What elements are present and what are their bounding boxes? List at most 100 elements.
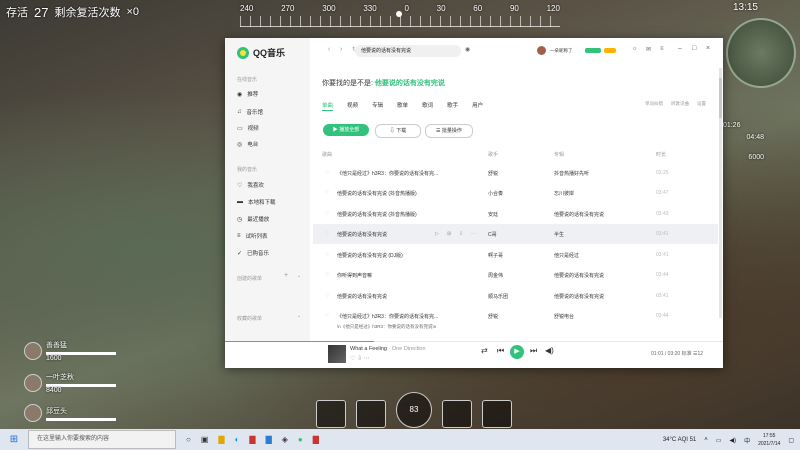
row-more-icon[interactable]: ⋯ [471,231,476,237]
heart-icon[interactable]: ♡ [325,231,329,237]
heart-icon[interactable]: ♡ [325,211,329,217]
song-title[interactable]: 他要说的话有没有完说 (抖音热播版) [337,211,417,218]
next-icon[interactable]: ⏭ [530,346,537,356]
link-correction[interactable]: 单词纠错 [645,101,663,107]
tab-songs[interactable]: 单曲 [322,101,334,111]
heart-icon[interactable]: ♡ [325,170,329,176]
song-title[interactable]: 他要说的话有没有完说 [337,231,387,238]
album-cover[interactable] [328,345,346,363]
column-title[interactable]: 歌曲 [322,151,332,158]
like-icon[interactable]: ♡ [350,356,355,362]
now-playing-artist[interactable]: One Direction [392,346,426,352]
quality-label[interactable]: 标准 [682,351,692,357]
link-identify[interactable]: 听歌识曲 [671,101,689,107]
taskbar-search[interactable]: 在这里输入你要搜索的内容 [28,430,176,449]
table-row[interactable]: ♡ 《他只是经过》h3R3：你要说的话有没有完... 舒锐 舒锐电台 03:44 [322,306,714,326]
menu-icon[interactable]: ≡ [660,46,664,52]
add-playlist-icon[interactable]: + [284,272,288,279]
sidebar-item-recent[interactable]: ◷ 最近播放 [237,215,269,224]
heart-icon[interactable]: ♡ [325,190,329,196]
scrollbar-thumb[interactable] [719,78,722,118]
voice-search-icon[interactable]: ◉ [465,46,470,53]
sidebar-item-liked[interactable]: ♡ 我喜欢 [237,181,264,190]
chevron-down-icon[interactable]: ⌄ [297,313,301,319]
song-title[interactable]: 《他只是经过》h3R3：你要说的话有没有完... [337,170,438,177]
song-album[interactable]: 他要说的话有没有完说 [554,272,604,279]
play-all-button[interactable]: ▶ 播放全部 [323,124,369,136]
file-explorer-icon[interactable]: ▇ [218,435,224,444]
link-settings[interactable]: 设置 [697,101,706,107]
qq-music-taskbar-icon[interactable]: ● [298,435,303,444]
game-icon[interactable]: ◈ [282,435,288,444]
table-row[interactable]: ♡ 他要说的话有没有完说 (DJ版) 啊子哥 他只是经过 03:41 [322,245,714,265]
playlist-count[interactable]: 12 [697,351,703,357]
cortana-icon[interactable]: ○ [186,435,191,444]
song-album[interactable]: 舒锐电台 [554,313,574,320]
download-icon[interactable]: ⇩ [357,356,362,362]
loop-icon[interactable]: ⇄ [481,346,488,355]
sidebar-item-purchased[interactable]: ✓ 已购音乐 [237,249,269,258]
song-title[interactable]: 他要说的话有没有完说 (抖音热播版) [337,190,417,197]
tab-artists[interactable]: 歌手 [447,101,458,111]
song-artist[interactable]: C哥 [488,231,497,238]
sidebar-item-local[interactable]: ▬ 本地和下载 [237,198,276,206]
network-icon[interactable]: ▭ [716,437,722,444]
row-add-icon[interactable]: ⊞ [447,231,451,237]
now-playing-title[interactable]: What a Feeling [350,346,387,352]
sidebar-item-music-hall[interactable]: ♫ 音乐馆 [237,108,263,116]
tray-chevron-icon[interactable]: ˄ [704,437,708,443]
windows-start-icon[interactable]: ⊞ [0,434,28,445]
song-album[interactable]: 他要说的话有没有完说 [554,293,604,300]
sidebar-item-radio[interactable]: ◎ 电台 [237,140,258,149]
item-slot[interactable] [442,400,472,428]
table-row[interactable]: ♡ 他要说的话有没有完说 (抖音热播版) 安廷 他要说的话有没有完说 03:43 [322,204,714,224]
heart-icon[interactable]: ♡ [325,252,329,258]
sidebar-item-video[interactable]: ▭ 视频 [237,124,259,133]
row-play-icon[interactable]: ▷ [435,231,439,237]
song-artist[interactable]: 舒锐 [488,313,498,320]
column-duration[interactable]: 时长 [656,151,666,158]
heart-icon[interactable]: ♡ [325,313,329,319]
song-title[interactable]: 《他只是经过》h3R3：你要说的话有没有完... [337,313,438,320]
vip-badge[interactable] [585,48,601,53]
song-artist[interactable]: 小合奏 [488,190,503,197]
table-row[interactable]: ♡ 《他只是经过》h3R3：你要说的话有没有完... 舒锐 抖音热播好先听 03… [322,163,714,183]
volume-icon[interactable]: ◀) [729,437,736,444]
previous-icon[interactable]: ⏮ [497,346,504,356]
tab-albums[interactable]: 专辑 [372,101,383,111]
item-slot[interactable] [482,400,512,428]
suggestion-query[interactable]: 他要说的话有没有完说 [375,80,445,87]
system-clock[interactable]: 17:55 2021/7/14 [758,432,780,448]
forward-icon[interactable]: › [340,46,342,53]
mail-icon[interactable]: ✉ [646,46,651,53]
song-album[interactable]: 抖音热播好先听 [554,170,589,177]
table-row-hovered[interactable]: ♡ 他要说的话有没有完说 ▷ ⊞ ⇩ ⋯ C哥 半生 03:41 [313,224,718,244]
table-row[interactable]: ♡ 他要说的话有没有完说 (抖音热播版) 小合奏 忘川彼岸 03:47 [322,183,714,203]
app-icon[interactable]: ▇ [313,435,319,444]
notification-icon[interactable]: ▢ [788,437,794,444]
song-title[interactable]: 他要说的话有没有完说 (DJ版) [337,252,403,259]
song-artist[interactable]: 舒锐 [488,170,498,177]
tab-videos[interactable]: 视频 [347,101,358,111]
user-name[interactable]: 一朵昵称了 [550,48,573,54]
heart-icon[interactable]: ♡ [325,272,329,278]
play-button[interactable]: ▶ [510,345,524,359]
song-artist[interactable]: 安廷 [488,211,498,218]
app-icon[interactable]: ▇ [249,435,255,444]
song-album[interactable]: 忘川彼岸 [554,190,574,197]
column-artist[interactable]: 歌手 [488,151,498,158]
minimap[interactable] [726,18,796,88]
row-download-icon[interactable]: ⇩ [459,231,463,237]
tab-playlists[interactable]: 歌单 [397,101,408,111]
table-row[interactable]: ♡ 他要说的话有没有完说 顺马乐团 他要说的话有没有完说 03:41 [322,286,714,306]
scrollbar[interactable] [719,68,722,318]
more-icon[interactable]: ⋯ [364,356,370,362]
song-album[interactable]: 他只是经过 [554,252,579,259]
maximize-icon[interactable]: □ [692,45,696,52]
skin-icon[interactable]: ☼ [632,46,638,52]
tab-lyrics[interactable]: 歌词 [422,101,433,111]
song-artist[interactable]: 周金伟 [488,272,503,279]
sidebar-item-recommend[interactable]: ◉ 推荐 [237,90,258,99]
ultimate-skill[interactable]: 83 [396,392,432,428]
search-input[interactable]: 他要说的话有没有完说 [355,45,461,57]
